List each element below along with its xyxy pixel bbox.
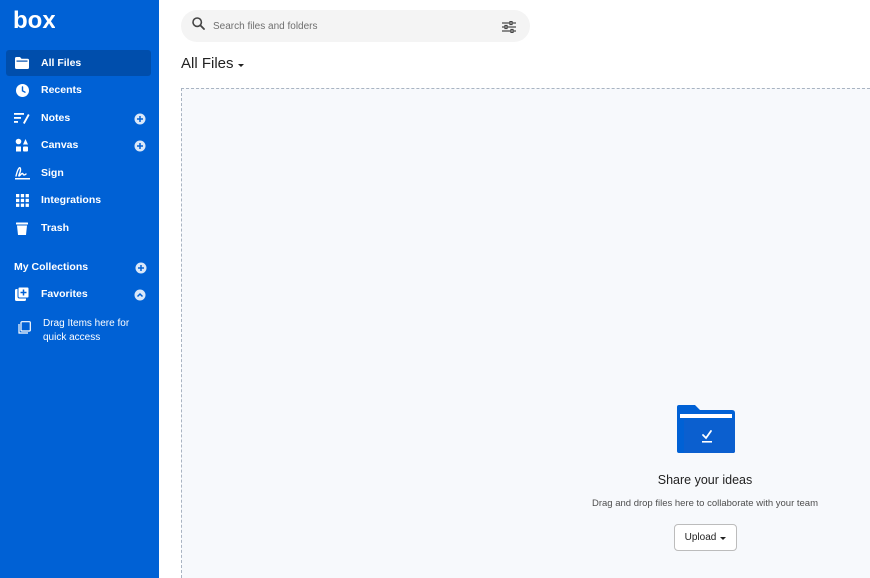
clock-icon	[14, 82, 30, 98]
add-canvas-button[interactable]	[134, 139, 146, 152]
box-logo[interactable]: box	[13, 7, 56, 37]
empty-state-title: Share your ideas	[657, 473, 753, 487]
sidebar-item-recents[interactable]: Recents	[6, 77, 151, 103]
canvas-icon	[14, 137, 30, 153]
notes-icon	[14, 110, 30, 126]
sidebar-item-label: Trash	[41, 222, 70, 234]
page-title-dropdown[interactable]: All Files	[181, 55, 244, 72]
filter-icon[interactable]	[502, 20, 516, 38]
sidebar-item-favorites[interactable]: Favorites	[6, 281, 151, 307]
sidebar-item-label: Recents	[41, 84, 82, 96]
app-root: box All Files Recents Notes Canvas Sign …	[0, 0, 870, 578]
sidebar-item-label: All Files	[41, 57, 82, 69]
sidebar-item-label: Sign	[41, 167, 64, 179]
favorites-icon	[14, 286, 30, 302]
search-input[interactable]	[213, 20, 483, 32]
sidebar-item-label: Favorites	[41, 288, 88, 300]
folder-icon	[14, 55, 30, 71]
sidebar-item-integrations[interactable]: Integrations	[6, 187, 151, 213]
sidebar-item-all-files[interactable]: All Files	[6, 50, 151, 76]
collapse-favorites-button[interactable]	[134, 288, 146, 301]
chevron-down-icon	[720, 536, 727, 540]
chevron-down-icon	[237, 63, 244, 67]
add-collection-button[interactable]	[135, 261, 147, 274]
sidebar-item-label: Notes	[41, 112, 71, 124]
signature-icon	[14, 165, 30, 181]
sidebar-item-label: Integrations	[41, 194, 102, 206]
trash-icon	[14, 220, 30, 236]
quick-access-dropzone[interactable]: Drag Items here for quick access	[18, 317, 148, 345]
grid-icon	[14, 192, 30, 208]
copy-icon	[18, 321, 31, 345]
sidebar: box All Files Recents Notes Canvas Sign …	[0, 0, 159, 578]
add-note-button[interactable]	[134, 112, 146, 125]
sidebar-item-trash[interactable]: Trash	[6, 215, 151, 241]
page-title: All Files	[181, 55, 234, 72]
upload-button-label: Upload	[684, 532, 717, 543]
upload-button[interactable]: Upload	[674, 524, 737, 551]
logo-text: box	[13, 8, 55, 32]
search-bar[interactable]	[181, 10, 530, 42]
sidebar-item-label: Canvas	[41, 139, 79, 151]
folder-check-icon	[675, 404, 737, 459]
quick-access-text: Drag Items here for quick access	[43, 318, 130, 343]
my-collections-header: My Collections	[14, 261, 89, 273]
search-icon	[192, 17, 205, 35]
sidebar-item-sign[interactable]: Sign	[6, 160, 151, 186]
empty-state-subtitle: Drag and drop files here to collaborate …	[591, 498, 818, 509]
sidebar-item-notes[interactable]: Notes	[6, 105, 151, 131]
sidebar-item-canvas[interactable]: Canvas	[6, 132, 151, 158]
